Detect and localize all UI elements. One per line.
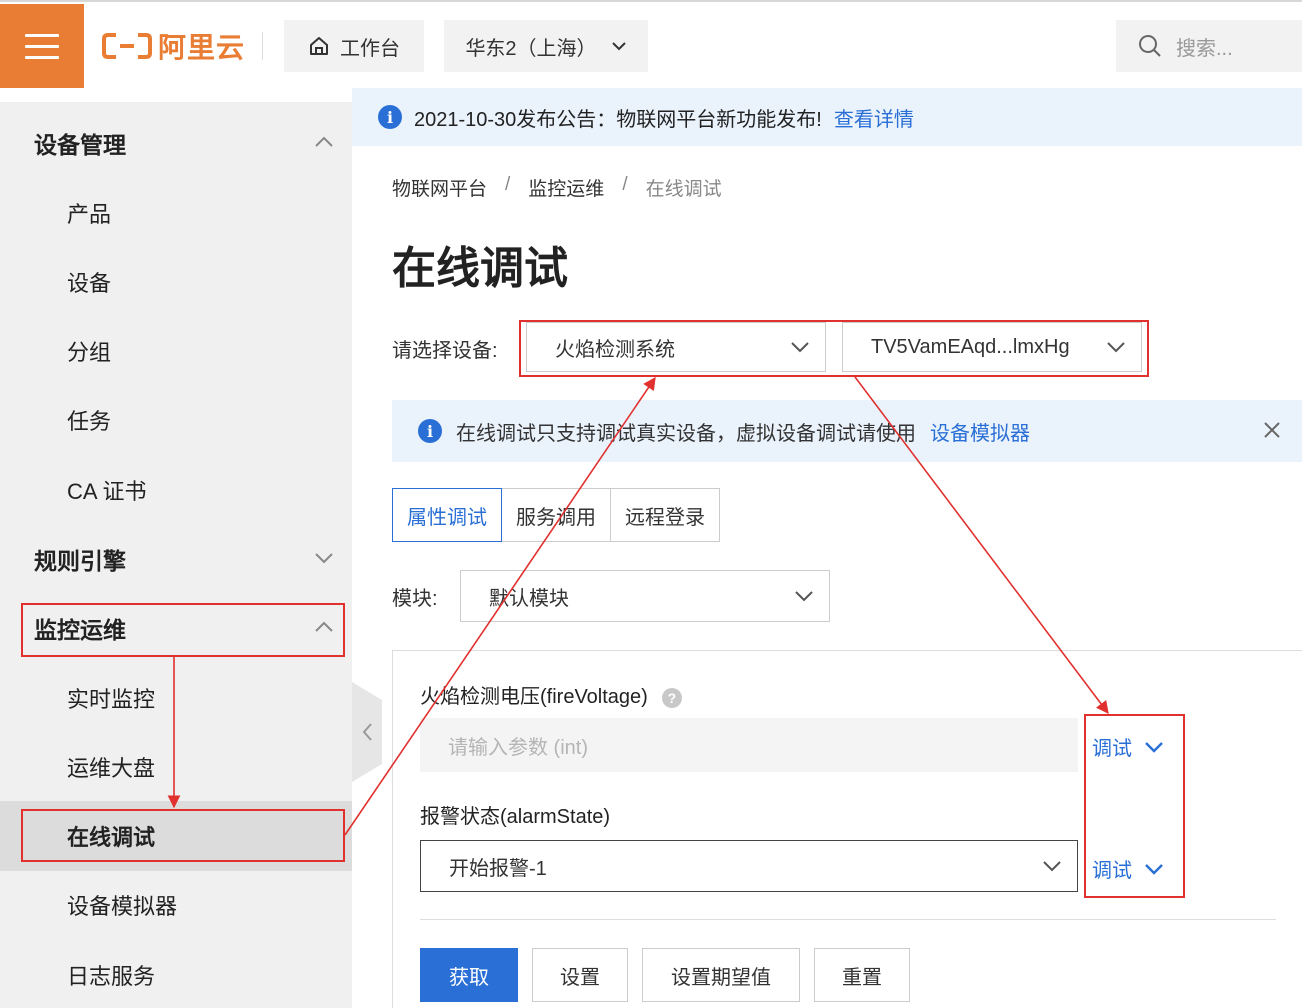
chevron-down-icon xyxy=(791,342,809,353)
sidebar-item-label: CA 证书 xyxy=(67,479,147,504)
sidebar-item-label: 运维大盘 xyxy=(67,756,156,781)
device-select-value: TV5VamEAqd...lmxHg xyxy=(871,335,1070,358)
chevron-down-icon xyxy=(611,42,626,51)
top-bar: 阿里云 工作台 华东2（上海） 搜索... xyxy=(0,0,1302,88)
fire-voltage-input[interactable]: 请输入参数 (int) xyxy=(420,718,1078,772)
sidebar-group-device-management[interactable]: 设备管理 xyxy=(0,110,352,176)
chevron-down-icon xyxy=(315,553,333,564)
search-placeholder: 搜索... xyxy=(1176,37,1233,60)
hamburger-menu-button[interactable] xyxy=(0,4,84,88)
workspace-button[interactable]: 工作台 xyxy=(284,20,424,72)
menu-line xyxy=(25,44,59,48)
alarm-state-value: 开始报警-1 xyxy=(449,857,547,880)
sidebar-group-label: 监控运维 xyxy=(34,617,126,643)
sidebar-item-task[interactable]: 任务 xyxy=(0,387,352,453)
fire-voltage-placeholder: 请输入参数 (int) xyxy=(448,736,588,759)
debug-dropdown-button[interactable]: 调试 xyxy=(1092,854,1164,883)
set-button[interactable]: 设置 xyxy=(532,948,628,1002)
sidebar-item-online-debug[interactable]: 在线调试 xyxy=(0,801,352,871)
search-input[interactable]: 搜索... xyxy=(1116,20,1302,72)
aliyun-logo[interactable]: 阿里云 xyxy=(102,26,245,66)
sidebar-item-label: 在线调试 xyxy=(67,825,156,850)
device-simulator-link[interactable]: 设备模拟器 xyxy=(930,417,1030,446)
debug-label: 调试 xyxy=(1092,738,1132,760)
sidebar-collapse-button[interactable] xyxy=(352,682,382,782)
sidebar-item-ca-cert[interactable]: CA 证书 xyxy=(0,457,352,523)
search-icon xyxy=(1139,35,1161,57)
menu-line xyxy=(25,55,59,59)
sidebar-item-label: 设备模拟器 xyxy=(67,894,178,919)
property-name: 火焰检测电压(fireVoltage) xyxy=(420,686,648,708)
sidebar-item-label: 产品 xyxy=(67,202,112,227)
sidebar-item-device[interactable]: 设备 xyxy=(0,249,352,315)
info-icon: i xyxy=(378,105,402,129)
debug-label: 调试 xyxy=(1092,860,1132,882)
sidebar-item-label: 任务 xyxy=(67,409,112,434)
module-label: 模块: xyxy=(392,588,438,610)
logo-text: 阿里云 xyxy=(158,31,246,64)
product-select[interactable]: 火焰检测系统 xyxy=(526,322,826,372)
sidebar-group-monitoring[interactable]: 监控运维 xyxy=(0,595,352,661)
workspace-label: 工作台 xyxy=(340,37,400,60)
page-title: 在线调试 xyxy=(392,244,568,293)
module-select-value: 默认模块 xyxy=(489,587,569,610)
product-select-value: 火焰检测系统 xyxy=(555,338,675,361)
divider xyxy=(262,32,263,60)
breadcrumb: 物联网平台 / 监控运维 / 在线调试 xyxy=(392,174,722,201)
debug-dropdown-button[interactable]: 调试 xyxy=(1092,732,1164,761)
breadcrumb-separator: / xyxy=(505,174,511,195)
sidebar-item-ops-dashboard[interactable]: 运维大盘 xyxy=(0,734,352,800)
set-expected-button[interactable]: 设置期望值 xyxy=(642,948,800,1002)
chevron-down-icon xyxy=(1107,342,1125,353)
tip-text: 在线调试只支持调试真实设备，虚拟设备调试请使用 xyxy=(456,422,916,445)
tab-remote-login[interactable]: 远程登录 xyxy=(610,488,720,542)
help-icon[interactable]: ? xyxy=(661,687,682,708)
home-icon xyxy=(310,37,328,55)
device-select[interactable]: TV5VamEAqd...lmxHg xyxy=(842,322,1142,372)
region-label: 华东2（上海） xyxy=(465,37,597,60)
sidebar-item-label: 日志服务 xyxy=(67,964,156,989)
sidebar-item-label: 实时监控 xyxy=(67,687,156,712)
alarm-state-select[interactable]: 开始报警-1 xyxy=(420,840,1078,892)
breadcrumb-current: 在线调试 xyxy=(645,179,722,200)
chevron-up-icon xyxy=(315,136,333,147)
sidebar-item-group[interactable]: 分组 xyxy=(0,318,352,384)
sidebar-item-realtime-monitor[interactable]: 实时监控 xyxy=(0,665,352,731)
chevron-down-icon xyxy=(1043,861,1061,872)
sidebar-group-rule-engine[interactable]: 规则引擎 xyxy=(0,526,352,592)
sidebar-item-log-service[interactable]: 日志服务 xyxy=(0,942,352,1008)
property-label: 报警状态(alarmState) xyxy=(420,806,611,828)
sidebar-group-label: 规则引擎 xyxy=(34,548,126,574)
sidebar-item-product[interactable]: 产品 xyxy=(0,180,352,246)
chevron-down-icon xyxy=(1145,741,1163,753)
info-icon: i xyxy=(418,419,442,443)
property-label: 火焰检测电压(fireVoltage)? xyxy=(420,680,682,709)
chevron-up-icon xyxy=(315,621,333,632)
fetch-button[interactable]: 获取 xyxy=(420,948,518,1002)
divider xyxy=(420,919,1276,920)
sidebar-item-label: 设备 xyxy=(67,271,112,296)
aliyun-logo-icon xyxy=(102,33,152,59)
announcement-bar: i 2021-10-30发布公告：物联网平台新功能发布! 查看详情 xyxy=(352,88,1302,146)
device-select-label: 请选择设备: xyxy=(392,340,498,362)
sidebar-item-label: 分组 xyxy=(67,340,112,365)
module-select[interactable]: 默认模块 xyxy=(460,570,830,622)
chevron-down-icon xyxy=(1145,863,1163,875)
reset-button[interactable]: 重置 xyxy=(814,948,910,1002)
menu-line xyxy=(25,33,59,37)
close-icon[interactable] xyxy=(1262,420,1282,440)
announcement-link[interactable]: 查看详情 xyxy=(834,103,914,132)
sidebar-item-device-simulator[interactable]: 设备模拟器 xyxy=(0,872,352,938)
region-selector[interactable]: 华东2（上海） xyxy=(444,20,648,72)
tab-service-call[interactable]: 服务调用 xyxy=(501,488,611,542)
tip-bar: i 在线调试只支持调试真实设备，虚拟设备调试请使用 设备模拟器 xyxy=(392,400,1302,462)
sidebar-group-label: 设备管理 xyxy=(34,132,126,158)
tab-property-debug[interactable]: 属性调试 xyxy=(392,488,502,542)
announcement-text: 2021-10-30发布公告：物联网平台新功能发布! xyxy=(414,108,822,131)
breadcrumb-separator: / xyxy=(622,174,628,195)
breadcrumb-item[interactable]: 监控运维 xyxy=(528,174,604,201)
debug-tabs: 属性调试 服务调用 远程登录 xyxy=(392,488,720,542)
breadcrumb-item[interactable]: 物联网平台 xyxy=(392,174,487,201)
chevron-down-icon xyxy=(795,591,813,602)
